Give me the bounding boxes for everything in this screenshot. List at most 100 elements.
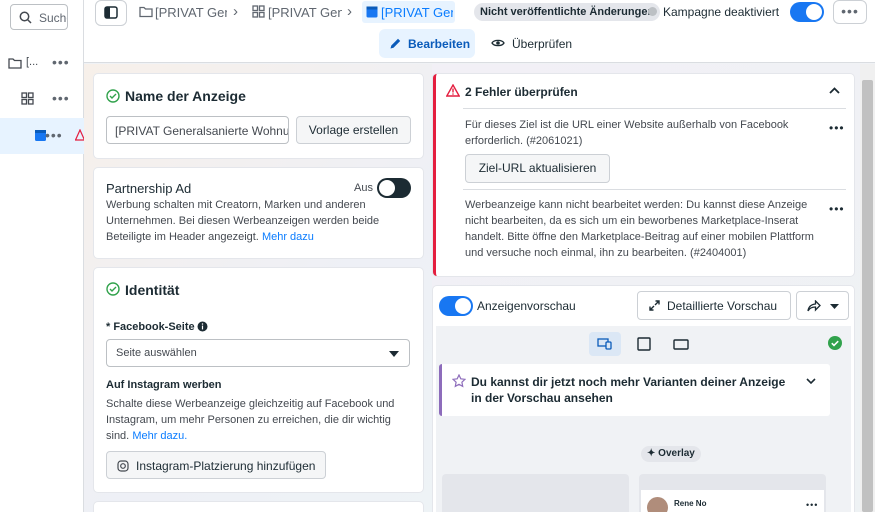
breadcrumb-separator: › [347, 3, 352, 20]
sidebar-icon [104, 6, 118, 19]
toggle-panel-button[interactable] [95, 0, 127, 26]
more-button[interactable]: ••• [833, 0, 867, 24]
rail-item-ad[interactable]: ••• [0, 118, 85, 154]
breadcrumb-separator: › [233, 3, 238, 20]
preview-placeholder [442, 474, 629, 512]
facebook-page-select[interactable]: Seite auswählen [106, 339, 410, 367]
profile-name: Rene No [674, 499, 707, 508]
update-target-url-button[interactable]: Ziel-URL aktualisieren [465, 154, 610, 183]
ad-name-value: [PRIVAT Generalsanierte Wohnung [115, 124, 289, 138]
detailed-preview-button[interactable]: Detaillierte Vorschau [637, 291, 791, 320]
breadcrumb-campaign[interactable]: [PRIVAT Gen [155, 5, 227, 20]
info-icon[interactable] [197, 321, 208, 332]
folder-icon [8, 58, 22, 69]
instagram-icon [117, 460, 129, 472]
ad-name-card: Name der Anzeige [PRIVAT Generalsanierte… [94, 74, 423, 158]
error-item-1-more-icon[interactable]: ••• [829, 122, 845, 134]
scrollbar-thumb[interactable] [862, 80, 873, 512]
search-icon [19, 11, 32, 24]
chevron-down-icon [830, 304, 839, 309]
preview-post: Rene No ••• [639, 474, 826, 512]
view-square-button[interactable] [633, 332, 655, 356]
share-menu-button[interactable] [796, 291, 849, 320]
expand-icon [649, 300, 660, 311]
divider [463, 189, 846, 190]
facebook-page-placeholder: Seite auswählen [116, 347, 197, 359]
status-dot [648, 7, 657, 16]
identity-title: Identität [125, 282, 180, 298]
more-icon[interactable]: ••• [45, 128, 63, 142]
error-item-1-text: Für dieses Ziel ist die URL einer Websit… [465, 119, 789, 147]
chevron-down-icon[interactable] [806, 378, 816, 384]
share-icon [807, 300, 821, 312]
post-more-icon[interactable]: ••• [806, 501, 818, 510]
more-icon[interactable]: ••• [52, 91, 70, 105]
add-instagram-placement-button[interactable]: Instagram-Platzierung hinzufügen [106, 451, 326, 479]
instagram-learn-more-link[interactable]: Mehr dazu. [132, 430, 187, 442]
grid-icon [252, 5, 265, 18]
divider [463, 108, 846, 109]
partnership-toggle[interactable] [377, 178, 411, 198]
tab-edit-label: Bearbeiten [408, 37, 471, 51]
partnership-learn-more-link[interactable]: Mehr dazu [262, 231, 314, 243]
instagram-description: Schalte diese Werbeanzeige gleichzeitig … [106, 398, 395, 442]
grid-icon [21, 92, 34, 105]
tab-edit[interactable]: Bearbeiten [379, 29, 475, 58]
avatar [647, 497, 668, 512]
variants-banner[interactable]: Du kannst dir jetzt noch mehr Varianten … [439, 364, 830, 416]
pencil-icon [390, 38, 401, 49]
error-item-2-more-icon[interactable]: ••• [829, 203, 845, 215]
identity-card: Identität * Facebook-Seite Seite auswähl… [94, 268, 423, 492]
tab-review-label: Überprüfen [512, 37, 573, 51]
add-instagram-placement-label: Instagram-Platzierung hinzufügen [136, 459, 316, 473]
ad-icon [366, 6, 378, 18]
detailed-preview-label: Detaillierte Vorschau [667, 299, 778, 313]
view-all-placements-button[interactable] [589, 332, 621, 356]
ad-name-title: Name der Anzeige [125, 88, 246, 104]
overlay-label: Overlay [658, 448, 695, 459]
breadcrumb-ad-active[interactable]: [PRIVAT Gen [362, 1, 455, 23]
check-circle-icon [106, 89, 120, 103]
campaign-toggle[interactable] [790, 2, 824, 22]
partnership-title: Partnership Ad [106, 181, 192, 196]
rectangle-icon [673, 339, 689, 350]
create-template-button[interactable]: Vorlage erstellen [296, 116, 411, 144]
rail-item-adset[interactable]: ••• [0, 82, 84, 116]
devices-icon [597, 338, 612, 350]
campaign-status-text: Kampagne deaktiviert [663, 5, 780, 19]
breadcrumb-adset[interactable]: [PRIVAT Gen [268, 5, 342, 20]
tab-review[interactable]: Überprüfen [483, 29, 579, 58]
ad-preview-label: Anzeigenvorschau [477, 299, 576, 313]
overlay-badge: ✦ Overlay [641, 446, 701, 462]
ad-preview-toggle[interactable] [439, 296, 473, 316]
variants-banner-text: Du kannst dir jetzt noch mehr Varianten … [471, 375, 786, 405]
preview-post-header [641, 490, 824, 512]
eye-icon [491, 39, 505, 47]
partnership-description: Werbung schalten mit Creatorn, Marken un… [106, 199, 380, 243]
rail-item-campaign[interactable]: [... ••• [0, 46, 84, 80]
rail-search-input[interactable]: Suche [10, 4, 68, 30]
error-item-2-text: Werbeanzeige kann nicht bearbeitet werde… [465, 199, 814, 259]
errors-card: 2 Fehler überprüfen Für dieses Ziel ist … [433, 74, 854, 276]
breadcrumb-ad-label: [PRIVAT Gen [381, 5, 453, 20]
ad-preview-card: Anzeigenvorschau Detaillierte Vorschau D… [433, 286, 854, 512]
partnership-card: Partnership Ad Aus Werbung schalten mit … [94, 168, 423, 258]
instagram-title: Auf Instagram werben [106, 379, 222, 391]
facebook-page-label: * Facebook-Seite [106, 321, 195, 333]
success-check-icon [828, 336, 842, 350]
check-circle-icon [106, 282, 120, 296]
more-icon[interactable]: ••• [52, 55, 70, 69]
chevron-down-icon [389, 351, 399, 357]
ad-name-input[interactable]: [PRIVAT Generalsanierte Wohnung [106, 116, 289, 144]
warning-icon [446, 84, 460, 97]
star-icon [452, 374, 466, 388]
tab-bar [84, 26, 875, 63]
search-placeholder: Suche [39, 11, 67, 25]
next-section-card [94, 502, 423, 512]
errors-title: 2 Fehler überprüfen [465, 85, 578, 99]
chevron-up-icon[interactable] [829, 87, 840, 94]
unpublished-changes-badge: Nicht veröffentlichte Änderungen [474, 3, 661, 21]
square-icon [637, 337, 651, 351]
partnership-toggle-label: Aus [354, 182, 373, 194]
view-landscape-button[interactable] [670, 332, 692, 356]
